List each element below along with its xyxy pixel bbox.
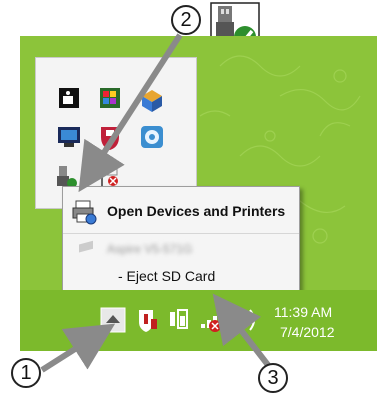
eject-sd-card-label: - Eject SD Card: [118, 268, 216, 284]
callout-two: 2: [171, 5, 201, 35]
callout-one: 1: [11, 358, 41, 388]
menu-item-eject-sd-card[interactable]: - Eject SD Card: [63, 263, 299, 291]
open-devices-label: Open Devices and Printers: [107, 203, 286, 219]
drive-icon: [79, 240, 93, 253]
usb-context-menu: Open Devices and Printers Aspire V5-571G…: [62, 186, 300, 295]
clock-time[interactable]: 11:39 AM: [274, 304, 332, 320]
printer-icon: [72, 200, 97, 225]
taskbar: [20, 290, 377, 351]
clock-date[interactable]: 7/4/2012: [280, 324, 335, 340]
device-name-label: Aspire V5-571G: [107, 242, 193, 256]
menu-item-open-devices[interactable]: Open Devices and Printers: [63, 191, 299, 231]
callout-three: 3: [258, 363, 288, 393]
menu-item-device: Aspire V5-571G: [63, 235, 299, 263]
menu-divider: [63, 233, 299, 234]
